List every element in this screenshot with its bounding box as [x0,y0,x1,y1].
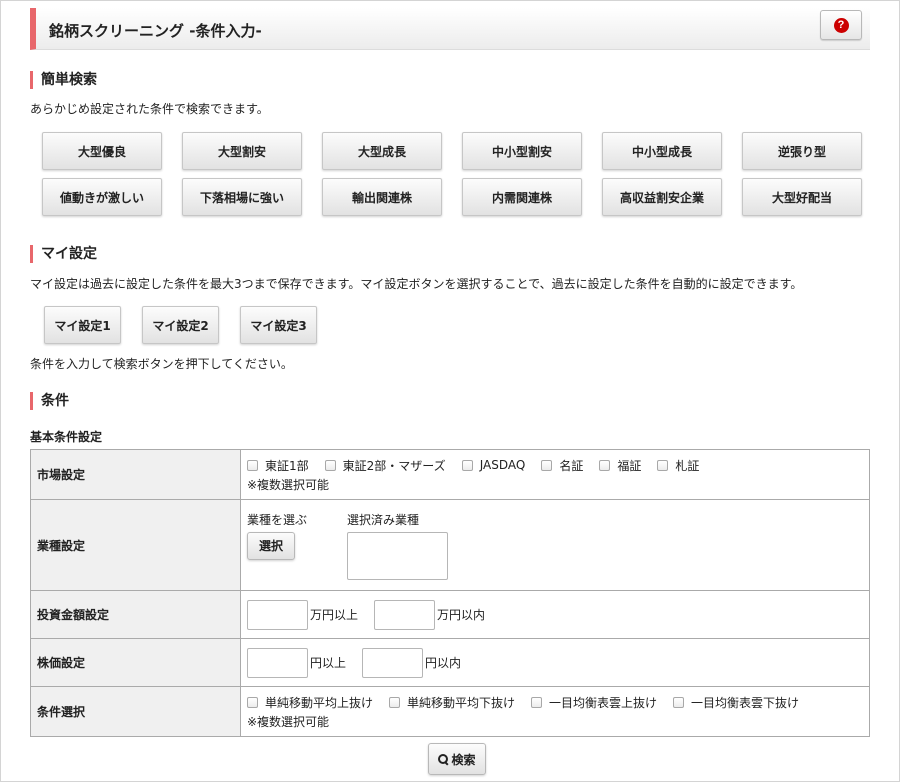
preset-button-4[interactable]: 中小型割安 [462,132,582,170]
preset-button-8[interactable]: 下落相場に強い [182,178,302,216]
price-label: 株価設定 [30,638,241,687]
preset-button-9[interactable]: 輸出関連株 [322,178,442,216]
checkbox[interactable] [247,696,258,708]
choose-industry-label: 業種を選ぶ [247,512,308,527]
preset-button-2[interactable]: 大型割安 [182,132,302,170]
investment-max-input[interactable] [374,599,436,630]
selected-industry-box[interactable] [347,531,448,580]
preset-button-5[interactable]: 中小型成長 [602,132,722,170]
checkbox[interactable] [657,459,669,471]
basic-conditions-heading: 基本条件設定 [30,430,103,444]
condition-note: ※複数選択可能 [247,714,330,729]
industry-row: 業種設定 業種を選ぶ 選択 選択済み業種 [30,499,870,591]
market-option-sapporo[interactable]: 札証 [657,457,699,474]
market-label: 市場設定 [30,449,241,500]
investment-label: 投資金額設定 [30,590,241,639]
price-value: 円以上 円以内 [240,638,870,687]
preset-button-6[interactable]: 逆張り型 [742,132,862,170]
condition-select-value: 単純移動平均上抜け 単純移動平均下抜け 一目均衡表雲上抜け 一目均衡表雲下抜け … [240,686,870,737]
industry-select-button[interactable]: 選択 [247,531,295,560]
market-option-jasdaq[interactable]: JASDAQ [461,458,525,472]
market-value: 東証1部 東証2部・マザーズ JASDAQ 名証 福証 札証 ※複数選択可能 [240,449,870,500]
simple-search-heading: 簡単検索 [30,71,97,89]
conditions-table: 市場設定 東証1部 東証2部・マザーズ JASDAQ 名証 福証 札証 ※複数選… [30,449,870,737]
market-option-tse2[interactable]: 東証2部・マザーズ [324,457,446,474]
checkbox[interactable] [541,459,553,471]
market-note: ※複数選択可能 [247,477,330,492]
checkbox[interactable] [461,459,473,471]
price-min-input[interactable] [247,647,308,678]
checkbox[interactable] [389,696,401,708]
search-icon [438,754,449,764]
condition-select-row: 条件選択 単純移動平均上抜け 単純移動平均下抜け 一目均衡表雲上抜け 一目均衡表… [30,686,870,737]
condition-select-label: 条件選択 [30,686,241,737]
industry-label: 業種設定 [30,499,241,591]
preset-button-12[interactable]: 大型好配当 [742,178,862,216]
market-row: 市場設定 東証1部 東証2部・マザーズ JASDAQ 名証 福証 札証 ※複数選… [30,449,870,500]
preset-button-1[interactable]: 大型優良 [42,132,162,170]
help-button[interactable]: ? [820,10,862,40]
price-max-input[interactable] [362,647,424,678]
search-instruction: 条件を入力して検索ボタンを押下してください。 [30,357,293,371]
market-option-tse1[interactable]: 東証1部 [247,457,309,474]
investment-min-input[interactable] [247,599,308,630]
checkbox[interactable] [673,696,685,708]
condition-option-ichimoku-down[interactable]: 一目均衡表雲下抜け [673,694,799,711]
market-option-fukuoka[interactable]: 福証 [599,457,641,474]
preset-button-10[interactable]: 内需関連株 [462,178,582,216]
condition-option-ichimoku-up[interactable]: 一目均衡表雲上抜け [531,694,657,711]
condition-option-sma-up[interactable]: 単純移動平均上抜け [247,694,373,711]
investment-max-unit: 万円以内 [437,608,486,622]
selected-industry-label: 選択済み業種 [347,512,420,527]
my-setting-button-3[interactable]: マイ設定3 [240,306,317,344]
investment-min-unit: 万円以上 [310,608,359,622]
condition-option-sma-down[interactable]: 単純移動平均下抜け [389,694,515,711]
price-row: 株価設定 円以上 円以内 [30,638,870,687]
checkbox[interactable] [247,459,258,471]
my-setting-button-2[interactable]: マイ設定2 [142,306,219,344]
checkbox[interactable] [324,459,336,471]
industry-value: 業種を選ぶ 選択 選択済み業種 [240,499,870,591]
search-button[interactable]: 検索 [428,743,486,775]
my-setting-button-1[interactable]: マイ設定1 [44,306,121,344]
simple-search-description: あらかじめ設定された条件で検索できます。 [30,102,269,116]
my-settings-heading: マイ設定 [30,245,97,263]
checkbox[interactable] [531,696,543,708]
price-max-unit: 円以内 [425,656,462,670]
preset-button-3[interactable]: 大型成長 [322,132,442,170]
preset-button-11[interactable]: 高収益割安企業 [602,178,722,216]
conditions-heading: 条件 [30,392,69,410]
page-header: 銘柄スクリーニング -条件入力- ? [30,8,870,50]
market-option-nagoya[interactable]: 名証 [541,457,583,474]
preset-button-7[interactable]: 値動きが激しい [42,178,162,216]
checkbox[interactable] [599,459,611,471]
my-settings-description: マイ設定は過去に設定した条件を最大3つまで保存できます。マイ設定ボタンを選択する… [30,277,803,291]
investment-value: 万円以上 万円以内 [240,590,870,639]
investment-row: 投資金額設定 万円以上 万円以内 [30,590,870,639]
price-min-unit: 円以上 [310,656,347,670]
help-icon: ? [833,17,849,33]
search-button-label: 検索 [451,752,476,767]
page-title: 銘柄スクリーニング -条件入力- [49,22,262,40]
